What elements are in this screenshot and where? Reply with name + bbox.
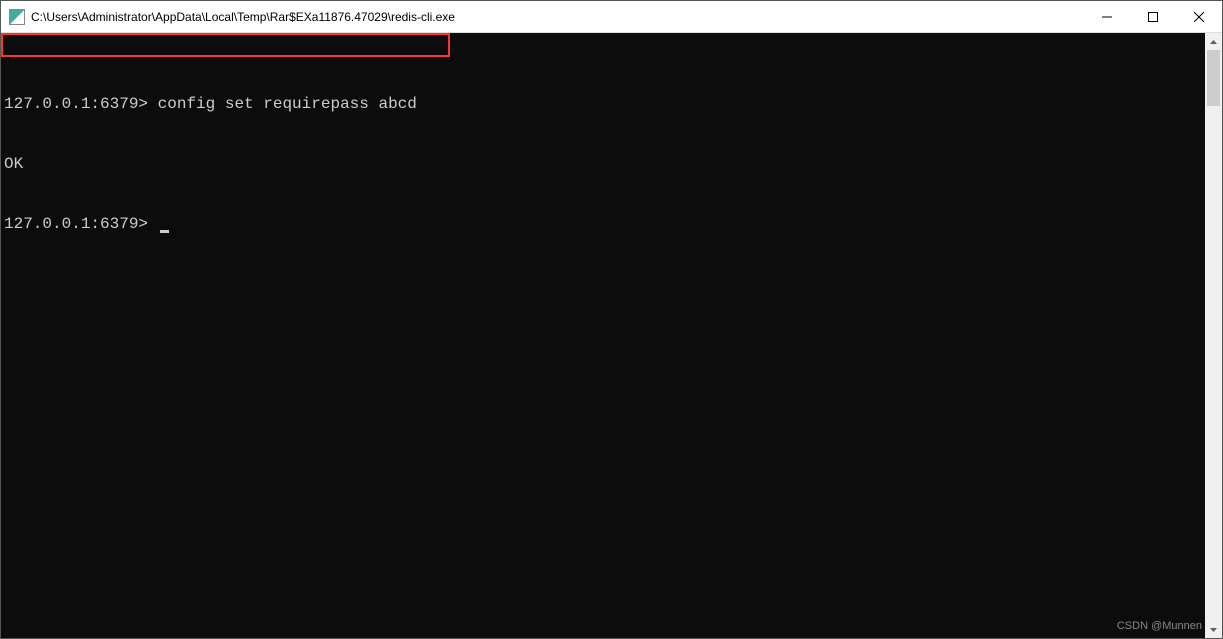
prompt: 127.0.0.1:6379> bbox=[4, 95, 148, 113]
terminal-line: 127.0.0.1:6379> bbox=[4, 214, 1205, 234]
chevron-up-icon bbox=[1210, 40, 1217, 44]
close-button[interactable] bbox=[1176, 1, 1222, 32]
vertical-scrollbar[interactable] bbox=[1205, 33, 1222, 638]
minimize-button[interactable] bbox=[1084, 1, 1130, 32]
cursor bbox=[160, 230, 169, 233]
titlebar[interactable]: C:\Users\Administrator\AppData\Local\Tem… bbox=[1, 1, 1222, 33]
app-icon bbox=[9, 9, 25, 25]
window-controls bbox=[1084, 1, 1222, 32]
scroll-track[interactable] bbox=[1205, 50, 1222, 621]
window-title: C:\Users\Administrator\AppData\Local\Tem… bbox=[31, 10, 1084, 24]
terminal-wrapper: 127.0.0.1:6379> config set requirepass a… bbox=[1, 33, 1222, 638]
maximize-icon bbox=[1148, 12, 1158, 22]
app-window: C:\Users\Administrator\AppData\Local\Tem… bbox=[0, 0, 1223, 639]
maximize-button[interactable] bbox=[1130, 1, 1176, 32]
highlight-annotation bbox=[1, 33, 450, 57]
chevron-down-icon bbox=[1210, 628, 1217, 632]
watermark-text: CSDN @Munnen bbox=[1117, 620, 1202, 632]
minimize-icon bbox=[1102, 12, 1112, 22]
scroll-up-button[interactable] bbox=[1205, 33, 1222, 50]
prompt: 127.0.0.1:6379> bbox=[4, 215, 148, 233]
terminal[interactable]: 127.0.0.1:6379> config set requirepass a… bbox=[1, 33, 1205, 638]
command-text bbox=[148, 215, 158, 233]
close-icon bbox=[1194, 12, 1204, 22]
output-text: OK bbox=[4, 155, 23, 173]
terminal-line: OK bbox=[4, 154, 1205, 174]
scroll-thumb[interactable] bbox=[1207, 50, 1220, 106]
terminal-line: 127.0.0.1:6379> config set requirepass a… bbox=[4, 94, 1205, 114]
scroll-down-button[interactable] bbox=[1205, 621, 1222, 638]
command-text: config set requirepass abcd bbox=[148, 95, 417, 113]
